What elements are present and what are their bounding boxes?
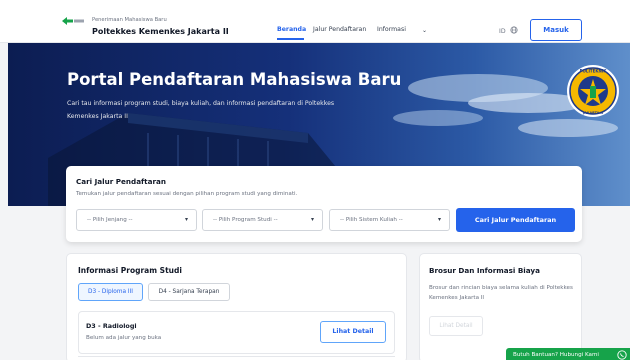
brand-title[interactable]: Poltekkes Kemenkes Jakarta II [92,27,229,36]
tab-d4-sarjana-terapan[interactable]: D4 - Sarjana Terapan [148,283,230,301]
top-navbar: Penerimaan Mahasiswa Baru Poltekkes Keme… [0,0,630,43]
language-switch[interactable]: ID [499,26,518,35]
program-info-title: Informasi Program Studi [78,266,182,275]
nav-beranda[interactable]: Beranda [277,26,306,33]
chevron-down-icon[interactable]: ⌄ [422,27,427,34]
language-label: ID [499,28,506,35]
brochure-description: Brosur dan rincian biaya selama kuliah d… [429,285,573,301]
program-status: Belum ada jalur yang buka [86,335,162,341]
hero-description: Cari tau informasi program studi, biaya … [67,100,335,120]
brand-subtitle: Penerimaan Mahasiswa Baru [92,17,167,23]
view-detail-button[interactable]: Lihat Detail [320,321,386,343]
svg-text:POLITEKNIK: POLITEKNIK [580,69,608,74]
help-contact-button[interactable]: Butuh Bantuan? Hubungi Kami [506,348,630,360]
brochure-detail-button[interactable]: Lihat Detail [429,316,483,336]
nav-informasi[interactable]: Informasi [377,26,406,33]
nav-jalur-pendaftaran[interactable]: Jalur Pendaftaran [313,26,366,33]
program-name: D3 - Radiologi [86,322,137,330]
chevron-down-icon: ▾ [310,216,314,223]
select-sistem-kuliah-label: -- Pilih Sistem Kuliah -- [340,217,403,223]
nav-active-underline [277,38,304,40]
chevron-down-icon: ▾ [437,216,441,223]
chevron-down-icon: ▾ [184,216,188,223]
globe-icon [510,26,518,34]
search-title: Cari Jalur Pendaftaran [76,177,166,186]
svg-text:JAKARTA II: JAKARTA II [582,111,603,115]
brochure-title: Brosur Dan Informasi Biaya [429,266,540,275]
select-program-studi-label: -- Pilih Program Studi -- [213,217,278,223]
search-description: Temukan jalur pendaftaran sesuai dengan … [76,191,298,197]
poltekkes-emblem-icon: POLITEKNIK JAKARTA II [567,65,619,117]
select-sistem-kuliah[interactable]: -- Pilih Sistem Kuliah -- ▾ [329,209,450,231]
login-button[interactable]: Masuk [530,19,582,41]
select-program-studi[interactable]: -- Pilih Program Studi -- ▾ [202,209,323,231]
select-jenjang-label: -- Pilih Jenjang -- [87,217,133,223]
whatsapp-icon[interactable] [617,350,627,360]
tab-d3-diploma[interactable]: D3 - Diploma III [78,283,143,301]
poltekkes-logo-icon[interactable] [61,16,85,26]
search-registration-button[interactable]: Cari Jalur Pendaftaran [456,208,575,232]
hero-title: Portal Pendaftaran Mahasiswa Baru [67,70,402,89]
list-item-next [78,356,395,360]
select-jenjang[interactable]: -- Pilih Jenjang -- ▾ [76,209,197,231]
